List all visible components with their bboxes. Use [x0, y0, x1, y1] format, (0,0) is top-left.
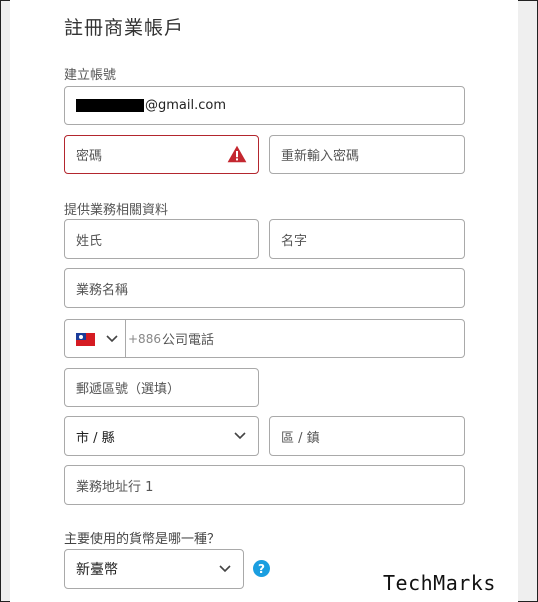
first-name-field[interactable]: 名字 — [269, 219, 465, 259]
confirm-password-placeholder: 重新輸入密碼 — [281, 149, 360, 164]
phone-placeholder: 公司電話 — [161, 333, 214, 348]
chevron-down-icon — [234, 432, 246, 440]
taiwan-flag-icon — [76, 333, 95, 346]
password-placeholder: 密碼 — [76, 149, 103, 164]
country-code-select[interactable] — [65, 320, 126, 357]
currency-select[interactable]: 新臺幣 — [64, 549, 244, 589]
address-placeholder: 業務地址行 1 — [76, 479, 154, 495]
last-name-placeholder: 姓氏 — [76, 233, 103, 249]
section-label-account: 建立帳號 — [64, 68, 117, 83]
help-icon[interactable]: ? — [253, 560, 270, 577]
business-name-placeholder: 業務名稱 — [76, 282, 129, 298]
currency-selected: 新臺幣 — [76, 562, 118, 578]
postal-code-placeholder: 郵遞區號（選填） — [76, 382, 181, 397]
redacted-email-name — [76, 99, 144, 112]
chevron-down-icon — [106, 335, 118, 343]
district-placeholder: 區 / 鎮 — [281, 430, 320, 446]
last-name-field[interactable]: 姓氏 — [64, 219, 259, 259]
email-field[interactable]: @gmail.com — [64, 86, 465, 125]
phone-country-code: +886 — [128, 331, 161, 346]
chevron-down-icon — [219, 565, 231, 573]
city-placeholder: 市 / 縣 — [76, 430, 115, 446]
address-line1-field[interactable]: 業務地址行 1 — [64, 465, 465, 505]
currency-question: 主要使用的貨幣是哪一種？ — [64, 532, 221, 547]
email-suffix: @gmail.com — [145, 98, 227, 113]
confirm-password-field[interactable]: 重新輸入密碼 — [269, 135, 465, 174]
password-field[interactable]: 密碼 — [64, 135, 259, 174]
first-name-placeholder: 名字 — [281, 233, 308, 249]
postal-code-field[interactable]: 郵遞區號（選填） — [64, 368, 259, 407]
section-label-business: 提供業務相關資料 — [64, 203, 169, 218]
page-title: 註冊商業帳戶 — [64, 17, 185, 39]
district-field[interactable]: 區 / 鎮 — [269, 416, 465, 456]
watermark-brand: TechMarks — [383, 571, 496, 595]
phone-field-group: +886 公司電話 — [64, 319, 465, 358]
city-select[interactable]: 市 / 縣 — [64, 416, 259, 456]
phone-input[interactable]: +886 公司電話 — [127, 320, 464, 357]
business-name-field[interactable]: 業務名稱 — [64, 268, 465, 308]
warning-icon — [227, 145, 247, 163]
